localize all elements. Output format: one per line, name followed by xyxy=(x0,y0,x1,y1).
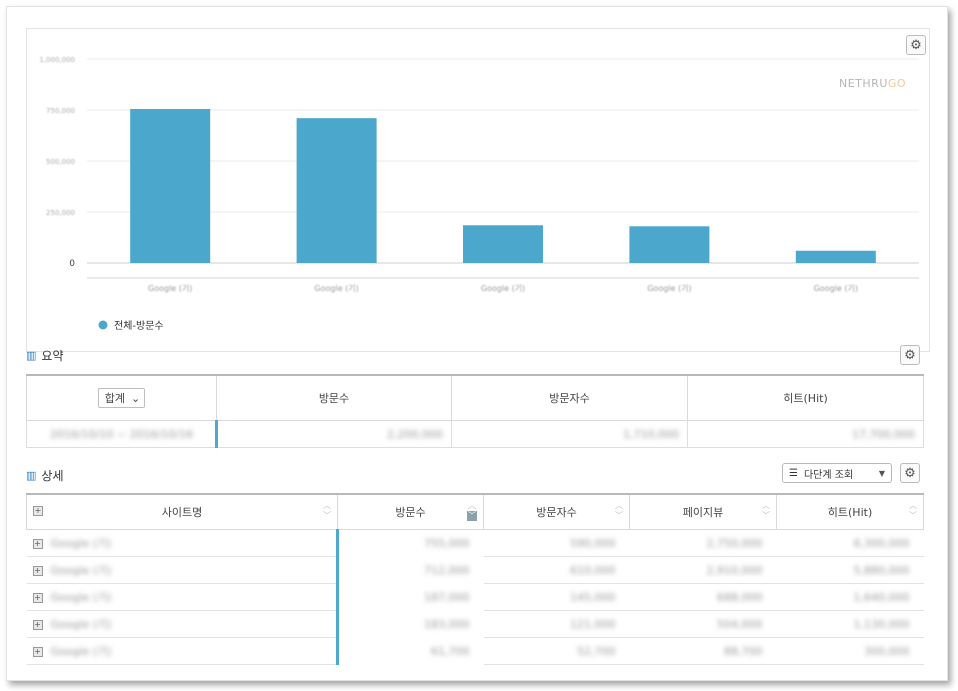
chevron-down-icon: ⌄ xyxy=(131,391,141,405)
table-row[interactable]: + Google (기) 712,000 610,000 2,910,000 5,… xyxy=(26,556,924,584)
hits-cell: 300,000 xyxy=(776,637,924,665)
summary-table: 합계 ⌄ 방문수 방문자수 히트(Hit) 2016/10/10 ~ 2016/… xyxy=(26,374,924,448)
sort-arrows-icon[interactable]: ︿ ﹀ xyxy=(467,501,477,521)
x-tick-label: Google (기) xyxy=(148,284,192,293)
visitors-cell: 610,000 xyxy=(483,556,630,584)
hits-cell: 5,880,000 xyxy=(776,556,924,584)
summary-visits: 2,200,000 xyxy=(216,420,452,448)
visitors-cell: 145,000 xyxy=(483,583,630,611)
chart-panel: ⚙ NETHRUGO 1,000,000 750,000 500,000 250,00… xyxy=(26,28,930,352)
list-icon: ☰ xyxy=(789,467,798,479)
multi-level-query-dropdown[interactable]: ☰ 다단계 조회 ▼ xyxy=(782,463,892,483)
detail-table: + 사이트명 ︿ ﹀ 방문수 ︿ ﹀ 방문자수 ︿ ﹀ 페이지뷰 ︿ ﹀ 히트(Hi xyxy=(26,493,924,665)
y-tick-label: 1,000,000 xyxy=(39,56,75,64)
bar-chart: 1,000,000 750,000 500,000 250,000 0 Google (기… xyxy=(39,56,919,332)
plus-icon[interactable]: + xyxy=(32,539,43,549)
aggregate-select[interactable]: 합계 ⌄ xyxy=(97,388,146,408)
visits-cell: 755,000 xyxy=(424,536,470,550)
summary-row: 2016/10/10 ~ 2016/10/16 2,200,000 1,710,… xyxy=(26,420,924,448)
table-row[interactable]: + Google (기) 187,000 145,000 688,000 1,64… xyxy=(26,583,924,611)
multi-level-query-label: 다단계 조회 xyxy=(803,469,854,481)
sort-arrows-icon[interactable]: ︿ ﹀ xyxy=(909,501,917,521)
bar-chart-icon: ▥ xyxy=(26,469,37,482)
pageviews-cell: 504,000 xyxy=(629,610,777,638)
aggregate-select-value: 합계 xyxy=(104,392,126,405)
hits-cell: 6,300,000 xyxy=(776,529,924,557)
y-tick-label: 0 xyxy=(69,259,75,269)
visits-cell: 712,000 xyxy=(424,563,470,577)
pageviews-cell: 688,000 xyxy=(629,583,777,611)
site-name-cell: + Google (기) xyxy=(26,637,339,665)
summary-visitors: 1,710,000 xyxy=(451,420,688,448)
visitors-cell: 590,000 xyxy=(483,529,630,557)
bar xyxy=(296,118,377,263)
y-tick-label: 250,000 xyxy=(46,209,75,217)
pageviews-cell: 2,910,000 xyxy=(629,556,777,584)
sort-arrows-icon[interactable]: ︿ ﹀ xyxy=(323,501,331,521)
site-name-cell: + Google (기) xyxy=(26,583,339,611)
col-header-visitors[interactable]: 방문자수 ︿ ﹀ xyxy=(483,493,630,530)
x-tick-label: Google (기) xyxy=(814,284,858,293)
summary-header: ▥ 요약 xyxy=(26,347,64,364)
sort-arrows-icon[interactable]: ︿ ﹀ xyxy=(762,501,770,521)
report-window: ⚙ NETHRUGO 1,000,000 750,000 500,000 250,00… xyxy=(6,6,948,681)
y-tick-label: 750,000 xyxy=(46,107,75,115)
visits-cell: 61,700 xyxy=(431,644,470,658)
plus-icon[interactable]: + xyxy=(32,620,43,630)
table-row[interactable]: + Google (기) 183,000 121,000 504,000 1,13… xyxy=(26,610,924,638)
bar xyxy=(629,226,710,263)
site-name-cell: + Google (기) xyxy=(26,529,339,557)
y-tick-label: 500,000 xyxy=(46,158,75,166)
bar xyxy=(795,250,876,263)
summary-date-range: 2016/10/10 ~ 2016/10/16 xyxy=(26,420,218,448)
pageviews-cell: 88,700 xyxy=(629,637,777,665)
x-tick-label: Google (기) xyxy=(647,284,691,293)
summary-col-visitors: 방문자수 xyxy=(451,374,688,421)
col-header-pageviews[interactable]: 페이지뷰 ︿ ﹀ xyxy=(629,493,777,530)
hits-cell: 1,130,000 xyxy=(776,610,924,638)
summary-settings-button[interactable]: ⚙ xyxy=(900,345,920,365)
x-tick-label: Google (기) xyxy=(481,284,525,293)
summary-title: 요약 xyxy=(41,349,64,363)
detail-header: ▥ 상세 xyxy=(26,467,64,484)
col-header-site-name[interactable]: + 사이트명 ︿ ﹀ xyxy=(26,493,338,530)
table-row[interactable]: + Google (기) 755,000 590,000 2,750,000 6,… xyxy=(26,529,924,557)
x-tick-label: Google (기) xyxy=(314,284,358,293)
visitors-cell: 52,700 xyxy=(483,637,630,665)
site-name-cell: + Google (기) xyxy=(26,556,339,584)
caret-down-icon: ▼ xyxy=(878,468,885,478)
summary-col-visits: 방문수 xyxy=(216,374,452,421)
plus-icon[interactable]: + xyxy=(33,506,43,516)
plus-icon[interactable]: + xyxy=(32,593,43,603)
aggregate-select-cell: 합계 ⌄ xyxy=(26,374,217,421)
detail-title: 상세 xyxy=(41,469,64,483)
sort-arrows-icon[interactable]: ︿ ﹀ xyxy=(615,501,623,521)
visits-cell: 183,000 xyxy=(424,617,470,631)
bar xyxy=(463,225,543,263)
site-name-cell: + Google (기) xyxy=(26,610,339,638)
hits-cell: 1,640,000 xyxy=(776,583,924,611)
summary-header-row: 합계 ⌄ 방문수 방문자수 히트(Hit) xyxy=(26,374,924,421)
summary-hits: 17,700,000 xyxy=(687,420,924,448)
detail-header-row: + 사이트명 ︿ ﹀ 방문수 ︿ ﹀ 방문자수 ︿ ﹀ 페이지뷰 ︿ ﹀ 히트(Hi xyxy=(26,493,924,530)
table-row[interactable]: + Google (기) 61,700 52,700 88,700 300,000 xyxy=(26,637,924,665)
legend-swatch xyxy=(98,320,108,330)
plus-icon[interactable]: + xyxy=(32,566,43,576)
legend-label: 전체-방문수 xyxy=(114,320,164,332)
plus-icon[interactable]: + xyxy=(32,647,43,657)
bar xyxy=(130,108,211,263)
visitors-cell: 121,000 xyxy=(483,610,630,638)
summary-col-hits: 히트(Hit) xyxy=(687,374,924,421)
visits-cell: 187,000 xyxy=(424,590,470,604)
pageviews-cell: 2,750,000 xyxy=(629,529,777,557)
gear-icon: ⚙ xyxy=(904,465,916,481)
bar-chart-icon: ▥ xyxy=(26,349,37,362)
detail-settings-button[interactable]: ⚙ xyxy=(900,463,920,483)
col-header-hits[interactable]: 히트(Hit) ︿ ﹀ xyxy=(776,493,924,530)
gear-icon: ⚙ xyxy=(904,347,916,363)
col-header-visits[interactable]: 방문수 ︿ ﹀ xyxy=(337,493,484,530)
